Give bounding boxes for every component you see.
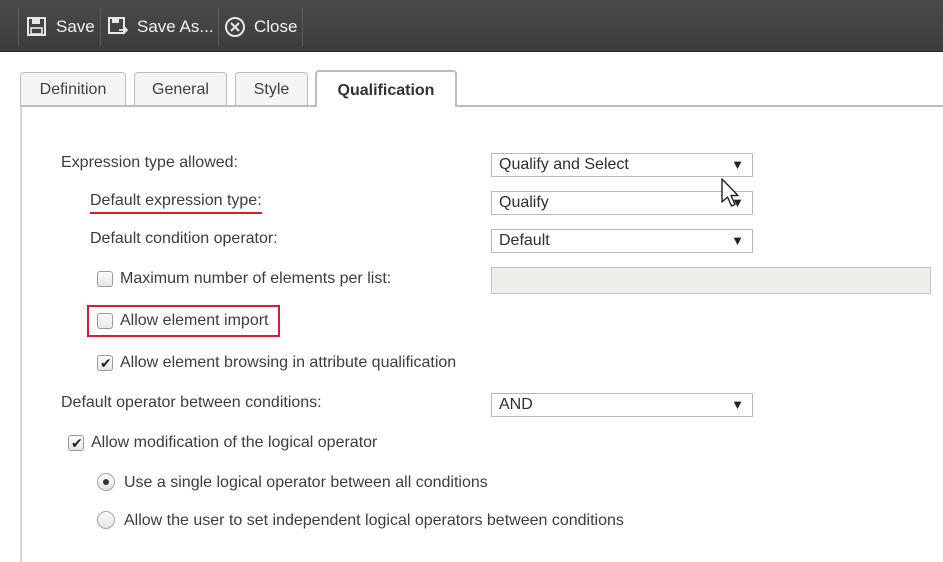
save-icon — [27, 17, 46, 36]
toolbar-separator — [218, 8, 219, 46]
tab-qualification[interactable]: Qualification — [315, 70, 457, 107]
save-label: Save — [56, 17, 95, 36]
spellcheck-underline — [90, 212, 262, 214]
independent-operators-radio[interactable] — [97, 511, 115, 529]
default-expression-type-label: Default expression type: — [90, 192, 262, 209]
max-elements-label: Maximum number of elements per list: — [120, 270, 392, 287]
check-icon: ✔ — [71, 435, 83, 451]
allow-modification-checkbox[interactable]: ✔ — [68, 435, 84, 451]
toolbar: Save Save As... Close — [0, 0, 943, 52]
close-label: Close — [254, 17, 298, 36]
tab-general[interactable]: General — [134, 72, 227, 106]
tab-style[interactable]: Style — [235, 72, 308, 106]
default-condition-operator-value: Default — [499, 232, 550, 249]
mouse-pointer-icon — [721, 178, 739, 207]
allow-element-import-checkbox[interactable] — [97, 313, 113, 329]
default-condition-operator-label: Default condition operator: — [90, 230, 278, 247]
expression-type-allowed-value: Qualify and Select — [499, 156, 629, 173]
expression-type-allowed-select[interactable]: Qualify and Select ▼ — [491, 153, 753, 177]
tab-strip-border — [20, 105, 943, 107]
toolbar-separator — [302, 8, 303, 46]
tab-definition[interactable]: Definition — [20, 72, 126, 106]
expression-type-allowed-label: Expression type allowed: — [61, 154, 238, 171]
check-icon: ✔ — [100, 355, 112, 371]
default-expression-type-select[interactable]: Qualify ▼ — [491, 191, 753, 215]
allow-element-browsing-label: Allow element browsing in attribute qual… — [120, 354, 457, 371]
max-elements-checkbox[interactable] — [97, 271, 113, 287]
close-icon — [225, 17, 245, 37]
default-expression-type-value: Qualify — [499, 194, 549, 211]
independent-operators-label: Allow the user to set independent logica… — [124, 512, 624, 529]
default-operator-between-value: AND — [499, 396, 533, 413]
dropdown-arrow-icon: ▼ — [731, 157, 744, 172]
default-operator-between-label: Default operator between conditions: — [61, 394, 322, 411]
single-operator-label: Use a single logical operator between al… — [124, 474, 488, 491]
default-operator-between-select[interactable]: AND ▼ — [491, 393, 753, 417]
max-elements-input[interactable] — [491, 267, 931, 294]
save-as-icon — [108, 17, 129, 35]
save-as-label: Save As... — [137, 17, 214, 36]
default-condition-operator-select[interactable]: Default ▼ — [491, 229, 753, 253]
radio-selected-dot — [103, 479, 109, 485]
toolbar-separator — [18, 8, 19, 46]
dropdown-arrow-icon: ▼ — [731, 233, 744, 248]
allow-element-import-label: Allow element import — [120, 312, 269, 329]
allow-modification-label: Allow modification of the logical operat… — [91, 434, 378, 451]
toolbar-separator — [100, 8, 101, 46]
dropdown-arrow-icon: ▼ — [731, 397, 744, 412]
panel-left-border — [20, 105, 22, 562]
single-operator-radio[interactable] — [97, 473, 115, 491]
allow-element-browsing-checkbox[interactable]: ✔ — [97, 355, 113, 371]
